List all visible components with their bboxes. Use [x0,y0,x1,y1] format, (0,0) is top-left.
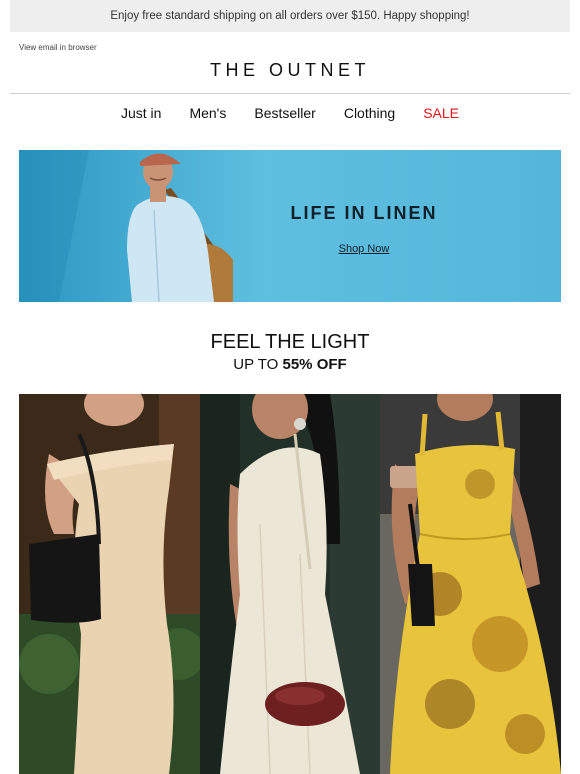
yellow-floral-dress-photo [380,394,561,774]
view-in-browser-link[interactable]: View email in browser [19,43,97,52]
hero-model-photo [19,150,561,302]
brand-logo[interactable]: THE OUTNET [0,60,580,81]
main-nav: Just in Men's Bestseller Clothing SALE [0,103,580,123]
hero-banner-life-in-linen[interactable]: LIFE IN LINEN Shop Now [19,150,561,302]
gallery-tile-yellow-floral-dress[interactable] [380,394,561,774]
nav-item-mens[interactable]: Men's [189,103,226,123]
nav-item-sale[interactable]: SALE [423,103,459,123]
hero-title: LIFE IN LINEN [290,203,438,223]
hero-shop-now-link[interactable]: Shop Now [254,243,474,255]
shipping-banner: Enjoy free standard shipping on all orde… [10,0,570,32]
nav-item-clothing[interactable]: Clothing [344,103,395,123]
promo-discount: 55% OFF [282,356,347,373]
nav-item-bestseller[interactable]: Bestseller [254,103,315,123]
promo-subtitle-prefix: UP TO [233,356,283,373]
promo-title: FEEL THE LIGHT [210,331,370,353]
gallery-tile-beige-dress[interactable] [19,394,200,774]
shipping-text: Enjoy free standard shipping on all orde… [110,10,470,22]
white-dress-photo [200,394,380,774]
gallery-tile-white-dress[interactable] [200,394,380,774]
nav-item-just-in[interactable]: Just in [121,103,161,123]
beige-dress-photo [19,394,200,774]
promo-subtitle: UP TO 55% OFF [0,356,580,373]
product-gallery [19,394,561,774]
header-divider [10,93,570,94]
